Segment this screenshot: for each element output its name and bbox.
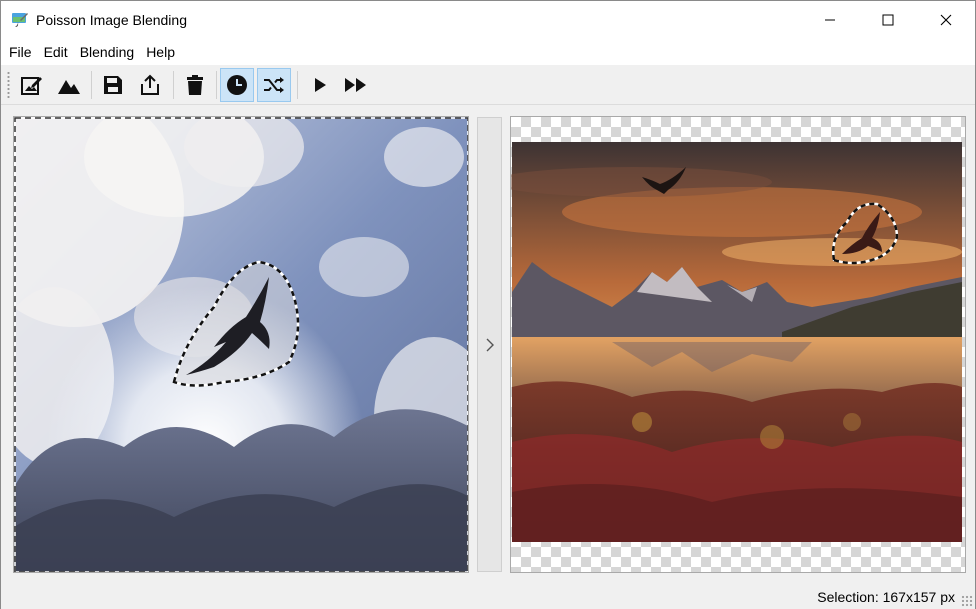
play-icon (315, 78, 326, 92)
fast-forward-icon (345, 78, 366, 92)
resize-grip[interactable] (961, 595, 973, 607)
maximize-icon (882, 14, 894, 26)
export-icon (141, 74, 159, 95)
window-title: Poisson Image Blending (36, 12, 187, 28)
menu-edit[interactable]: Edit (38, 39, 74, 65)
menu-bar: File Edit Blending Help (1, 39, 975, 65)
status-bar: Selection: 167x157 px (1, 585, 975, 609)
toolbar-separator (173, 71, 174, 99)
landscape-icon (58, 80, 80, 94)
close-button[interactable] (917, 1, 975, 39)
source-image-panel[interactable] (13, 116, 469, 573)
blend-step-button[interactable] (303, 68, 337, 102)
target-image-panel[interactable] (510, 116, 966, 573)
minimize-icon (825, 19, 835, 21)
panel-splitter[interactable] (477, 117, 502, 572)
toolbar (1, 65, 975, 105)
mixed-gradient-toggle-button[interactable] (257, 68, 291, 102)
export-button[interactable] (133, 68, 167, 102)
minimize-button[interactable] (801, 1, 859, 39)
close-icon (940, 14, 952, 26)
delete-button[interactable] (178, 68, 212, 102)
open-target-button[interactable] (52, 68, 86, 102)
menu-help[interactable]: Help (140, 39, 181, 65)
paintbrush-app-icon (12, 13, 28, 27)
toolbar-separator (91, 71, 92, 99)
edit-source-button[interactable] (15, 68, 49, 102)
maximize-button[interactable] (859, 1, 917, 39)
toolbar-separator (216, 71, 217, 99)
menu-blending[interactable]: Blending (74, 39, 141, 65)
mountain-lake-sunset-photo (511, 142, 962, 542)
trash-icon (187, 75, 203, 95)
toolbar-grip[interactable] (7, 71, 10, 99)
chevron-right-icon (486, 338, 494, 351)
cloud-sky-photo (14, 117, 468, 572)
app-window: Poisson Image Blending File Edit Blendin… (0, 0, 976, 609)
save-button[interactable] (96, 68, 130, 102)
title-bar: Poisson Image Blending (1, 1, 975, 39)
blend-run-button[interactable] (339, 68, 373, 102)
toolbar-separator (297, 71, 298, 99)
menu-file[interactable]: File (3, 39, 38, 65)
realtime-toggle-button[interactable] (220, 68, 254, 102)
selection-size-text: Selection: 167x157 px (817, 589, 955, 605)
save-icon (104, 76, 122, 94)
edit-image-icon (21, 77, 42, 95)
shuffle-icon (264, 77, 284, 93)
clock-icon (227, 75, 247, 95)
